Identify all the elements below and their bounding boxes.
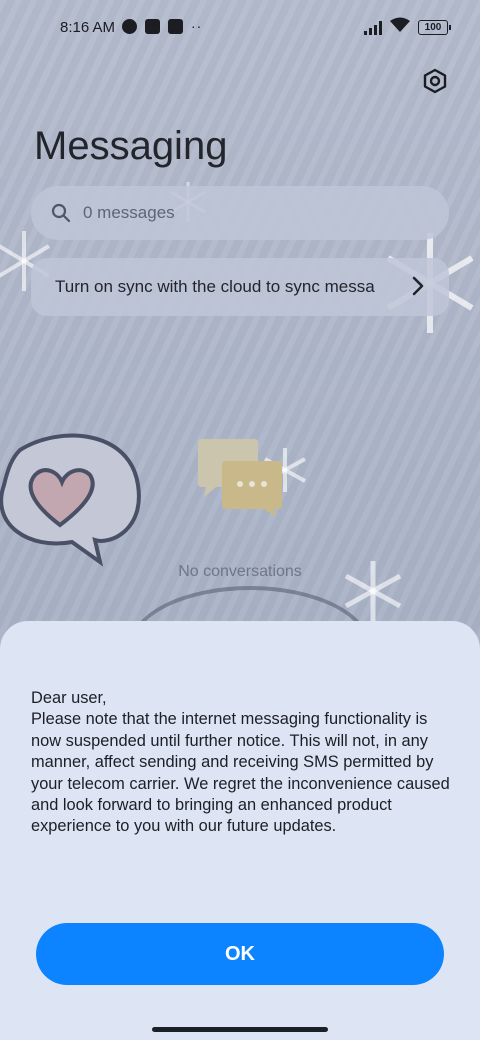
- dialog-message: Dear user, Please note that the internet…: [31, 688, 461, 838]
- status-bar: 8:16 AM ·· 100: [0, 0, 480, 56]
- notification-icons: ··: [122, 18, 202, 34]
- page-title: Messaging: [34, 124, 228, 168]
- heart-bubble-decoration: [0, 430, 150, 575]
- cloud-sync-banner[interactable]: Turn on sync with the cloud to sync mess…: [31, 258, 449, 316]
- notice-dialog: Dear user, Please note that the internet…: [0, 621, 480, 1040]
- chevron-right-icon: [412, 276, 424, 296]
- search-placeholder: 0 messages: [83, 203, 175, 222]
- empty-state-text: No conversations: [178, 563, 302, 580]
- settings-hexagon-icon: [423, 68, 447, 94]
- wifi-icon: [390, 17, 410, 37]
- system-icons: 100: [364, 17, 451, 37]
- dialog-greeting: Dear user,: [31, 689, 107, 707]
- more-notifications-icon: ··: [191, 18, 203, 34]
- settings-button[interactable]: [420, 66, 450, 96]
- search-icon: [51, 203, 71, 223]
- app-notification-icon: [122, 18, 137, 34]
- ok-button[interactable]: OK: [36, 923, 444, 985]
- sync-banner-text: Turn on sync with the cloud to sync mess…: [55, 277, 375, 296]
- battery-icon: 100: [418, 19, 451, 35]
- upload-icon: [168, 18, 183, 34]
- status-time: 8:16 AM: [60, 19, 116, 36]
- chat-bubbles-icon: [196, 437, 286, 522]
- dialog-notice-text: Please note that the internet messaging …: [31, 710, 450, 836]
- search-bar[interactable]: 0 messages: [31, 186, 449, 240]
- home-indicator[interactable]: [152, 1027, 328, 1032]
- app-notification-icon: [145, 18, 160, 34]
- signal-icon: [364, 20, 382, 35]
